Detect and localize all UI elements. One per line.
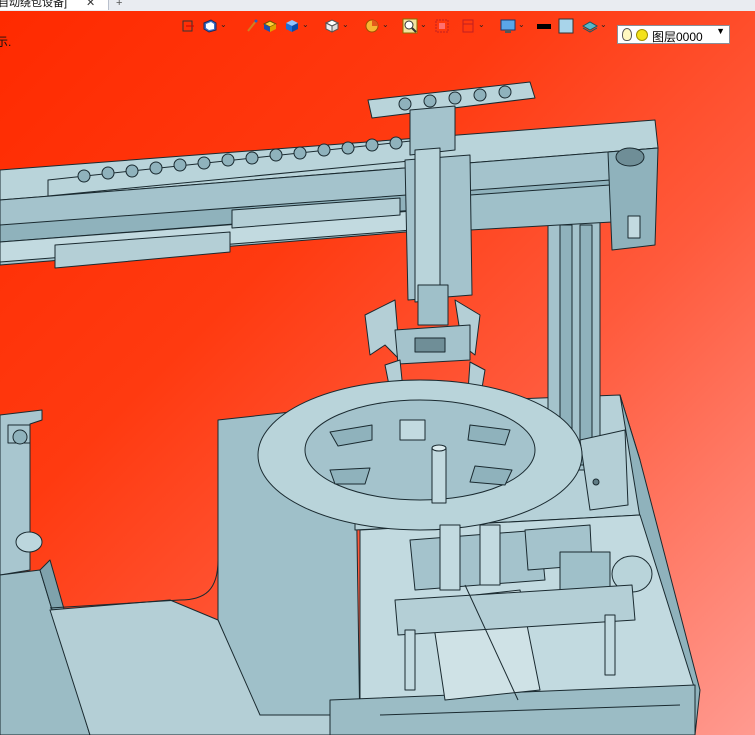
chevron-down-icon[interactable]: ⌄ — [478, 20, 485, 29]
document-tab-title: 自动绕包设备] — [0, 0, 68, 9]
chevron-down-icon[interactable]: ⌄ — [342, 20, 349, 29]
section-view-icon — [182, 20, 194, 32]
3d-viewport[interactable]: 示. ⌄ ⌄ ⌄ ⌄ ⌄ ⌄ ⌄ ⌄ 图层0000 ▼ — [0, 11, 755, 735]
cad-model — [0, 81, 701, 735]
chevron-down-icon[interactable]: ▼ — [716, 26, 725, 36]
white-cube-icon — [324, 19, 340, 33]
display-style-icon — [365, 19, 379, 33]
new-tab-icon[interactable]: + — [116, 0, 122, 9]
chevron-down-icon[interactable]: ⌄ — [220, 20, 227, 29]
document-tab[interactable]: 自动绕包设备] ✕ — [0, 0, 109, 10]
close-icon[interactable]: ✕ — [86, 0, 95, 9]
blue-cube-icon — [286, 20, 298, 32]
bulb-icon[interactable] — [622, 28, 632, 41]
layer-select[interactable]: 图层0000 ▼ — [617, 25, 730, 44]
monitor-icon — [500, 19, 516, 33]
shaded-box-icon — [262, 20, 278, 32]
color-lightblue-icon — [558, 18, 574, 34]
chevron-down-icon[interactable]: ⌄ — [518, 20, 525, 29]
view-orientation-icon — [203, 19, 217, 33]
layer-stack-icon — [582, 21, 598, 33]
frame-icon — [462, 19, 474, 33]
layer-visibility-icon[interactable] — [636, 29, 648, 41]
rotary-table — [257, 379, 583, 531]
zoom-icon — [402, 18, 418, 34]
layer-name: 图层0000 — [652, 30, 703, 44]
pen-icon — [247, 19, 258, 32]
render-icon — [435, 19, 449, 33]
chevron-down-icon[interactable]: ⌄ — [420, 20, 427, 29]
chevron-down-icon[interactable]: ⌄ — [382, 20, 389, 29]
chevron-down-icon[interactable]: ⌄ — [600, 20, 607, 29]
color-black-icon — [537, 24, 551, 29]
chevron-down-icon[interactable]: ⌄ — [302, 20, 309, 29]
